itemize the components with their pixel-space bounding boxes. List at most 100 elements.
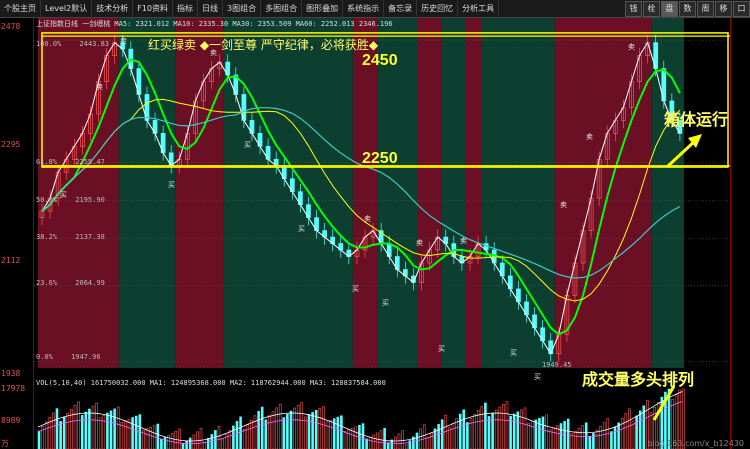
volume-bar [574, 430, 577, 449]
y-tick-label: 2295 [1, 140, 21, 149]
volume-bar [145, 428, 149, 449]
trend-region [554, 18, 652, 368]
volume-bar [134, 415, 138, 449]
trend-region [441, 18, 466, 368]
volume-info-line: VOL(5,10,40) 161750032.000 MA1: 12489536… [36, 379, 386, 387]
sell-signal: 卖 [364, 215, 371, 223]
trend-region [175, 18, 224, 368]
indicator-info-text: 上证指数日线 一剑缠桃 MA5: 2321.012 MA10: 2335.30 … [36, 20, 393, 28]
volume-bar [584, 422, 588, 449]
volume-bar [329, 419, 332, 449]
volume-bar [458, 413, 462, 449]
volume-bar [376, 432, 379, 449]
toolbar-item-6[interactable]: 3图组合 [223, 0, 262, 18]
volume-bar [419, 428, 422, 449]
volume-bar [206, 437, 210, 449]
toolbar-item-8[interactable]: 图形叠加 [302, 0, 344, 18]
fib-label: 50.0% 2195.90 [36, 196, 105, 204]
top-toolbar: 个股主页 Level2默认 技术分析 F10资料 指标 日线 3图组合 多图组合 图形叠加 系统指… [0, 0, 750, 18]
volume-bar [228, 430, 232, 449]
level-upper-label: 2450 [362, 52, 398, 69]
volume-bar [149, 426, 152, 449]
volume-bar [545, 414, 548, 449]
toolbar-item-2[interactable]: 技术分析 [92, 0, 134, 18]
volume-bar [638, 410, 642, 449]
volume-bar [559, 423, 563, 449]
right-scrollbar[interactable] [730, 18, 750, 449]
toolbar-toggle-button-6[interactable]: 口 [733, 1, 750, 17]
volume-bar [282, 417, 286, 449]
toolbar-item-11[interactable]: 历史回忆 [417, 0, 459, 18]
toolbar-item-5[interactable]: 日线 [198, 0, 223, 18]
volume-bar [426, 437, 430, 449]
volume-bar [91, 405, 95, 449]
fib-value: 2137.38 [71, 233, 105, 241]
toolbar-item-3[interactable]: F10资料 [133, 0, 173, 18]
toolbar-item-10[interactable]: 备忘录 [384, 0, 418, 18]
volume-bar [127, 418, 131, 449]
volume-bar [217, 426, 221, 449]
toolbar-toggle-button-3[interactable]: 数 [679, 1, 696, 17]
volume-bar [613, 426, 617, 449]
price-chart-svg [34, 18, 730, 368]
left-price-axis: 2478 2295 2112 1938 17978 8989 万 [0, 18, 34, 449]
volume-bar [95, 402, 98, 449]
volume-bar [610, 431, 613, 449]
volume-bar [534, 419, 538, 449]
toolbar-item-0[interactable]: 个股主页 [0, 0, 41, 18]
trend-region [377, 18, 418, 368]
y-tick-label: 2112 [1, 256, 21, 265]
volume-bar [502, 403, 505, 449]
volume-bar [257, 411, 260, 449]
volume-bar [462, 409, 466, 449]
volume-bar [336, 416, 340, 449]
volume-bar [368, 436, 372, 449]
volume-bar [116, 406, 120, 449]
volume-bar [160, 439, 163, 449]
toolbar-item-9[interactable]: 系统指示 [343, 0, 385, 18]
toolbar-toggle-button-0[interactable]: 钱 [625, 1, 642, 17]
volume-bar [620, 418, 624, 449]
volume-info-text: VOL(5,10,40) 161750032.000 MA1: 12489536… [36, 379, 386, 387]
toolbar-toggle-button-2[interactable]: 盘 [661, 1, 678, 17]
volume-bar [311, 412, 314, 449]
fib-pct: 100.0% [36, 40, 62, 48]
volume-bar [304, 416, 307, 449]
price-chart[interactable] [34, 18, 730, 368]
trend-region [118, 18, 176, 368]
volume-bar [505, 401, 509, 449]
volume-bar [250, 419, 253, 449]
fib-label: 23.6% 2064.99 [36, 279, 105, 287]
fib-value: 2195.90 [71, 196, 105, 204]
toolbar-toggle-button-1[interactable]: 栓 [643, 1, 660, 17]
volume-bar [422, 424, 426, 449]
toolbar-toggle-button-4[interactable]: 周 [697, 1, 714, 17]
sell-signal: 卖 [96, 83, 103, 91]
volume-bar [106, 412, 109, 449]
volume-bar [617, 422, 620, 449]
sell-signal: 卖 [586, 133, 593, 141]
volume-bar [635, 415, 638, 449]
toolbar-item-7[interactable]: 多图组合 [261, 0, 303, 18]
buy-signal: 买 [382, 299, 389, 307]
volume-bar [37, 430, 41, 449]
volume-bar [516, 411, 520, 449]
toolbar-toggle-button-5[interactable]: 移 [715, 1, 732, 17]
fib-label: 100.0% 2443.83 [36, 40, 109, 48]
toolbar-item-12[interactable]: 分析工具 [458, 0, 500, 18]
volume-bar [124, 420, 127, 449]
buy-signal: 买 [534, 373, 541, 381]
volume-bar [278, 403, 282, 449]
buy-signal: 买 [438, 345, 445, 353]
toolbar-item-1[interactable]: Level2默认 [41, 0, 93, 18]
volume-bar [102, 414, 106, 449]
fib-pct: 50.0% [36, 196, 58, 204]
volume-bar [88, 408, 91, 449]
fib-label: 38.2% 2137.38 [36, 233, 105, 241]
toolbar-item-4[interactable]: 指标 [173, 0, 198, 18]
volume-bar [552, 427, 556, 449]
volume-bar [62, 416, 66, 449]
annotation-volume: 成交量多头排列 [582, 370, 695, 389]
volume-bar [588, 436, 592, 449]
fib-label: 0.0% 1947.96 [36, 353, 101, 361]
